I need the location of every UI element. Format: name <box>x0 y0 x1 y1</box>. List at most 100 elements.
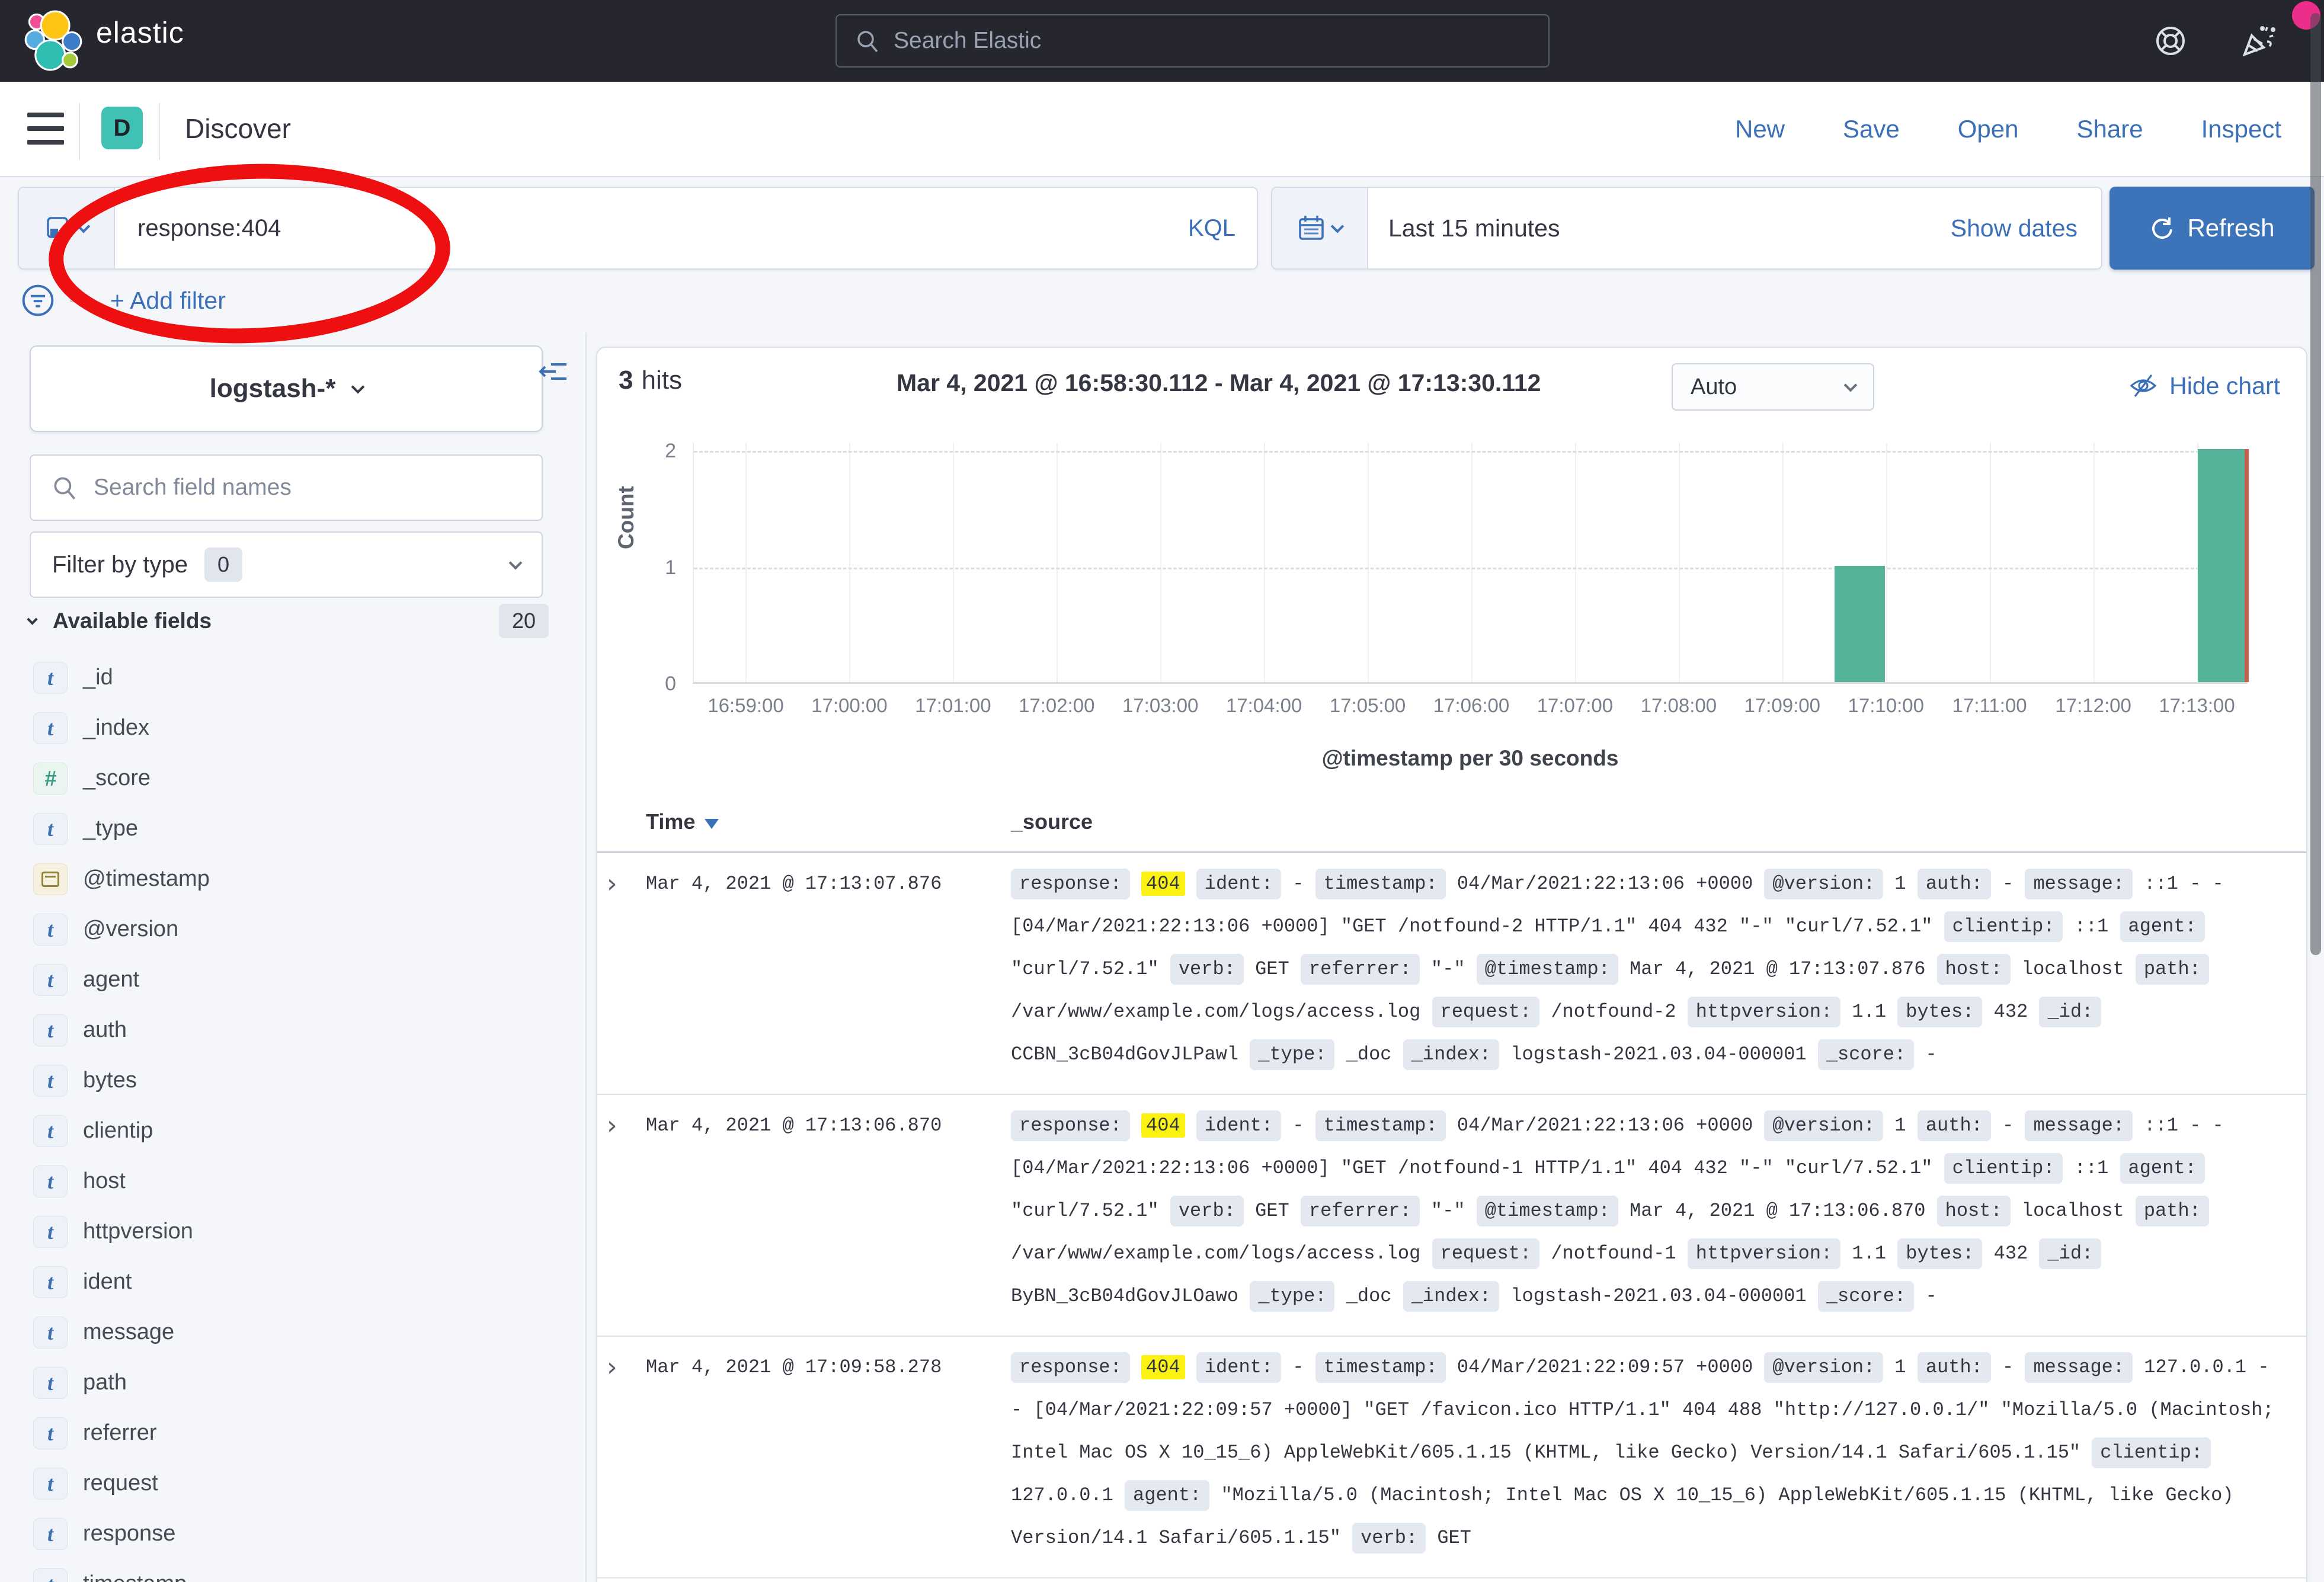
field-type-string-icon: t <box>33 914 68 946</box>
field-item-_score[interactable]: #_score <box>0 753 585 803</box>
hide-chart-button[interactable]: Hide chart <box>2129 372 2280 400</box>
menu-hamburger-icon[interactable] <box>27 113 64 145</box>
field-name: response <box>83 1521 175 1546</box>
interval-select[interactable]: Auto <box>1672 363 1874 411</box>
x-gridline <box>1264 443 1265 682</box>
y-tick-label: 1 <box>629 555 676 581</box>
field-item-timestamp[interactable]: ttimestamp <box>0 1559 585 1582</box>
x-tick-label: 17:05:00 <box>1308 694 1427 717</box>
field-item-bytes[interactable]: tbytes <box>0 1055 585 1106</box>
field-item-auth[interactable]: tauth <box>0 1005 585 1055</box>
time-column-header[interactable]: Time <box>646 809 1011 834</box>
global-search-placeholder: Search Elastic <box>894 28 1041 54</box>
search-icon <box>854 28 881 54</box>
date-quick-select-button[interactable] <box>1272 188 1368 268</box>
divider <box>79 103 80 160</box>
expand-row-button[interactable]: › <box>607 1346 646 1559</box>
field-item-httpversion[interactable]: thttpversion <box>0 1206 585 1257</box>
available-fields-toggle[interactable]: Available fields 20 <box>21 600 566 642</box>
show-dates-button[interactable]: Show dates <box>1927 188 2101 268</box>
open-button[interactable]: Open <box>1958 115 2019 143</box>
y-tick-label: 0 <box>629 671 676 697</box>
field-item-ident[interactable]: tident <box>0 1257 585 1307</box>
chevron-down-icon <box>509 556 523 570</box>
field-type-string-icon: t <box>33 1014 68 1046</box>
collapse-sidebar-button[interactable] <box>538 356 569 387</box>
field-type-string-icon: t <box>33 662 68 694</box>
chart-plot[interactable]: 16:59:0017:00:0017:01:0017:02:0017:03:00… <box>693 443 2248 684</box>
y-axis-title: Count <box>614 486 639 549</box>
field-name: bytes <box>83 1068 137 1093</box>
filter-icon[interactable] <box>21 284 55 317</box>
field-item-_type[interactable]: t_type <box>0 803 585 854</box>
new-button[interactable]: New <box>1735 115 1785 143</box>
field-item-host[interactable]: thost <box>0 1156 585 1206</box>
source-field-badge: bytes: <box>1897 997 1982 1027</box>
field-name: _score <box>83 766 151 791</box>
x-gridline <box>1057 443 1058 682</box>
save-button[interactable]: Save <box>1843 115 1900 143</box>
saved-query-menu-button[interactable] <box>19 188 115 268</box>
field-item-_index[interactable]: t_index <box>0 703 585 753</box>
histogram-bar[interactable] <box>1835 566 1884 683</box>
source-field-badge: timestamp: <box>1315 1352 1446 1383</box>
field-name: clientip <box>83 1118 153 1144</box>
page-scrollbar[interactable] <box>2310 13 2321 955</box>
row-source: response: 404 ident: - timestamp: 04/Mar… <box>1011 1104 2280 1318</box>
field-item-@timestamp[interactable]: @timestamp <box>0 854 585 904</box>
field-item-path[interactable]: tpath <box>0 1357 585 1408</box>
source-field-badge: referrer: <box>1301 954 1420 985</box>
field-item-referrer[interactable]: treferrer <box>0 1408 585 1458</box>
refresh-label: Refresh <box>2187 214 2274 242</box>
field-name: host <box>83 1168 126 1194</box>
share-button[interactable]: Share <box>2077 115 2143 143</box>
field-item-response[interactable]: tresponse <box>0 1509 585 1559</box>
field-item-agent[interactable]: tagent <box>0 955 585 1005</box>
sort-desc-icon <box>705 819 719 829</box>
field-item-request[interactable]: trequest <box>0 1458 585 1509</box>
discover-app-badge[interactable]: D <box>101 107 143 149</box>
query-language-button[interactable]: KQL <box>1167 188 1257 268</box>
chevron-down-icon <box>1331 220 1345 233</box>
field-item-@version[interactable]: t@version <box>0 904 585 955</box>
source-field-badge: httpversion: <box>1688 1238 1840 1269</box>
chevron-down-icon <box>351 380 365 394</box>
inspect-button[interactable]: Inspect <box>2201 115 2281 143</box>
index-pattern-selector[interactable]: logstash-* <box>30 345 543 432</box>
field-item-_id[interactable]: t_id <box>0 652 585 703</box>
filter-by-type-select[interactable]: Filter by type 0 <box>30 531 543 598</box>
field-type-string-icon: t <box>33 1568 68 1582</box>
time-range-value[interactable]: Last 15 minutes <box>1368 188 1927 268</box>
query-input[interactable]: response:404 <box>115 188 1167 268</box>
source-field-badge: httpversion: <box>1688 997 1840 1027</box>
source-field-badge: verb: <box>1352 1523 1426 1554</box>
search-icon <box>51 474 78 501</box>
source-column-header: _source <box>1011 809 1093 834</box>
histogram-bar[interactable] <box>2198 449 2248 682</box>
elastic-logo-icon[interactable] <box>23 9 84 71</box>
kql-query-control: response:404 KQL <box>18 187 1258 270</box>
help-icon[interactable] <box>2153 24 2188 58</box>
field-item-clientip[interactable]: tclientip <box>0 1106 585 1156</box>
x-tick-label: 17:03:00 <box>1101 694 1219 717</box>
x-tick-label: 17:02:00 <box>997 694 1116 717</box>
expand-row-button[interactable]: › <box>607 1104 646 1318</box>
row-time: Mar 4, 2021 @ 17:13:06.870 <box>646 1104 1011 1318</box>
x-gridline <box>1886 443 1887 682</box>
add-filter-button[interactable]: + Add filter <box>110 287 226 315</box>
row-time: Mar 4, 2021 @ 17:13:07.876 <box>646 863 1011 1076</box>
source-field-badge: host: <box>1937 1196 2011 1226</box>
interval-value: Auto <box>1691 374 1737 400</box>
field-search-input[interactable]: Search field names <box>30 454 543 521</box>
field-item-message[interactable]: tmessage <box>0 1307 585 1357</box>
source-field-badge: clientip: <box>2092 1437 2211 1468</box>
source-field-badge: _id: <box>2039 997 2101 1027</box>
global-search-input[interactable]: Search Elastic <box>836 14 1550 68</box>
refresh-button[interactable]: Refresh <box>2109 187 2315 270</box>
row-source: response: 404 ident: - timestamp: 04/Mar… <box>1011 863 2280 1076</box>
source-field-badge: timestamp: <box>1315 1110 1446 1141</box>
source-field-badge: path: <box>2136 1196 2209 1226</box>
filter-by-type-label: Filter by type <box>52 552 188 578</box>
expand-row-button[interactable]: › <box>607 863 646 1076</box>
news-party-popper-icon[interactable] <box>2240 23 2277 59</box>
